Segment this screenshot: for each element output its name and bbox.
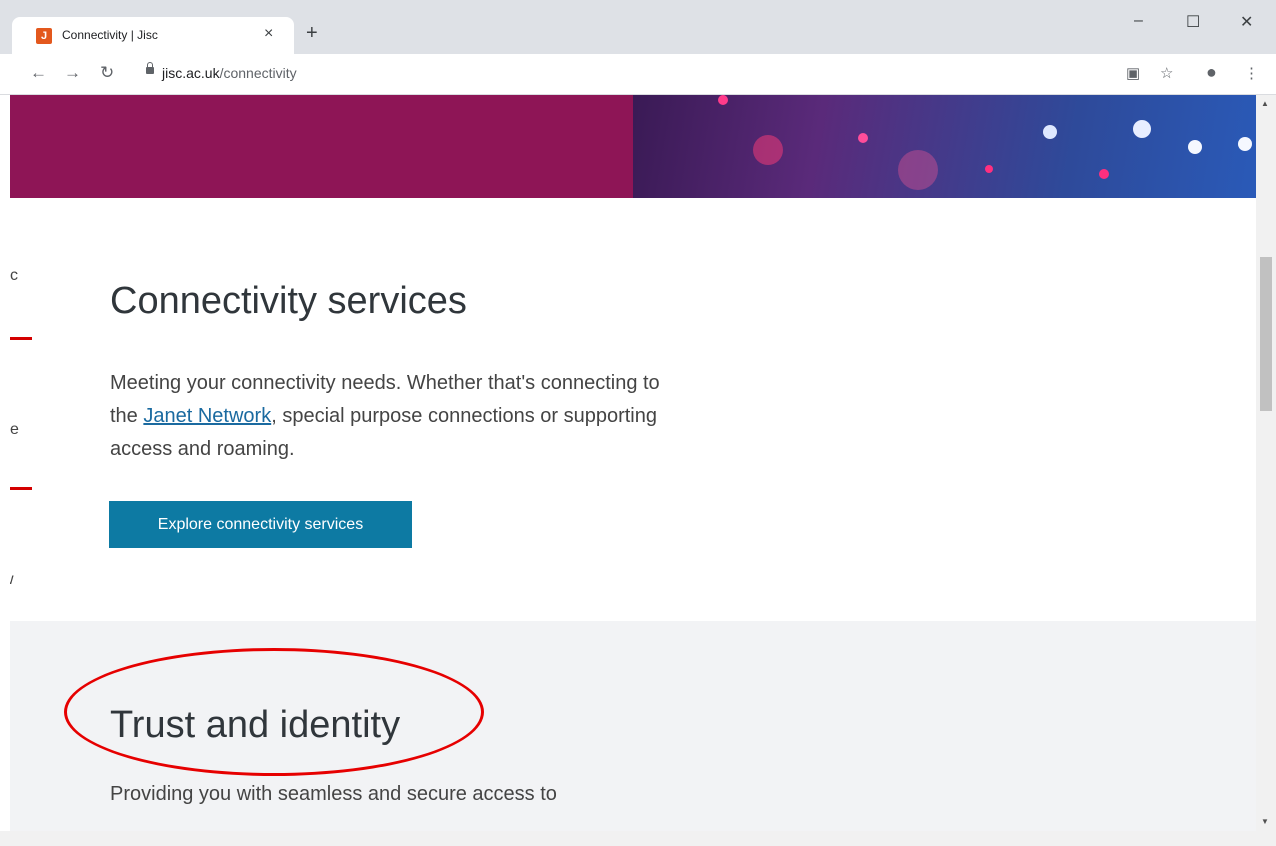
back-icon[interactable]: ← — [30, 63, 47, 83]
scroll-down-icon[interactable]: ▼ — [1261, 817, 1269, 826]
janet-network-link[interactable]: Janet Network — [143, 405, 271, 427]
reload-icon[interactable]: ↻ — [100, 63, 114, 83]
connectivity-services-heading: Connectivity services — [110, 280, 467, 322]
profile-icon[interactable]: ● — [1206, 62, 1217, 83]
hero-banner — [10, 95, 1256, 198]
url-path: /connectivity — [219, 65, 297, 81]
translate-icon[interactable]: ▣ — [1126, 64, 1140, 82]
side-nav-snippet[interactable]: ce — [10, 421, 19, 439]
side-nav-underline — [10, 337, 32, 340]
bookmark-star-icon[interactable]: ☆ — [1160, 64, 1173, 82]
jisc-favicon-icon: J — [36, 28, 52, 44]
side-nav-snippet[interactable]: cc — [10, 267, 18, 285]
new-tab-button[interactable]: + — [306, 22, 318, 45]
url-text[interactable]: jisc.ac.uk/connectivity — [162, 65, 297, 81]
close-window-button[interactable]: ✕ — [1240, 12, 1253, 32]
forward-icon[interactable]: → — [64, 63, 81, 83]
horizontal-scrollbar[interactable] — [0, 831, 1276, 846]
maximize-button[interactable]: ☐ — [1186, 12, 1200, 32]
tab-strip: J Connectivity | Jisc × + – ☐ ✕ — [0, 0, 1276, 54]
address-bar[interactable]: jisc.ac.uk/connectivity — [132, 59, 1012, 89]
connectivity-description: Meeting your connectivity needs. Whether… — [110, 367, 670, 466]
url-domain: jisc.ac.uk — [162, 65, 220, 81]
menu-kebab-icon[interactable]: ⋮ — [1244, 64, 1259, 82]
side-nav-underline — [10, 487, 32, 490]
browser-toolbar: ← → ↻ jisc.ac.uk/connectivity ▣ ☆ ● ⋮ — [0, 54, 1276, 95]
lock-icon — [146, 62, 154, 74]
tab-close-icon[interactable]: × — [264, 25, 273, 43]
tab-title: Connectivity | Jisc — [62, 28, 158, 42]
side-nav-snippet[interactable]: w — [10, 571, 14, 589]
hero-network-image — [633, 95, 1256, 198]
trust-description: Providing you with seamless and secure a… — [110, 783, 557, 805]
annotation-circle — [64, 648, 484, 776]
scroll-up-icon[interactable]: ▲ — [1261, 99, 1269, 108]
scrollbar-thumb[interactable] — [1260, 257, 1272, 411]
explore-connectivity-button[interactable]: Explore connectivity services — [109, 501, 412, 548]
vertical-scrollbar[interactable]: ▲ ▼ — [1256, 95, 1276, 831]
browser-tab[interactable]: J Connectivity | Jisc × — [12, 17, 294, 54]
minimize-button[interactable]: – — [1134, 12, 1143, 30]
